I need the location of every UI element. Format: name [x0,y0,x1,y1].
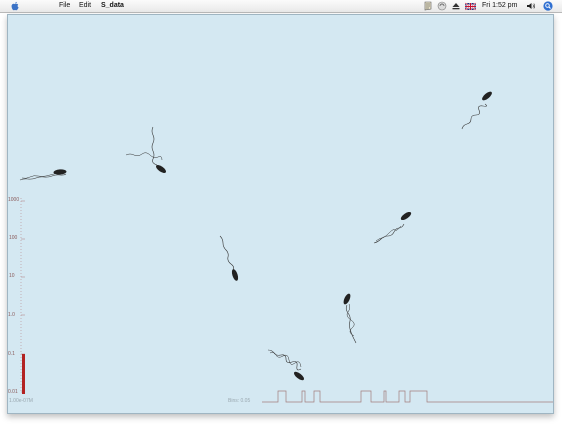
simulation-canvas[interactable]: 1000 100 10 1.0 0.1 0.01 1.00e-07M Bins:… [8,15,553,413]
scale-label-0.01: 0.01 [8,389,18,395]
scale-label-1: 1.0 [8,312,15,318]
apple-icon[interactable] [10,1,20,11]
eject-icon[interactable] [451,1,461,11]
scale-label-1000: 1000 [8,197,19,203]
simulation-window[interactable]: 1000 100 10 1.0 0.1 0.01 1.00e-07M Bins:… [7,14,554,414]
timeline-trace [262,390,553,403]
menu-edit[interactable]: Edit [79,0,91,12]
timeline-bins-label: Bins: 0.05 [228,398,250,404]
concentration-level-bar [22,354,25,394]
bacterium[interactable] [125,126,167,174]
menu-clock[interactable]: Fri 1:52 pm [482,0,517,12]
bacterium[interactable] [342,293,357,344]
spotlight-icon[interactable] [543,1,553,11]
volume-icon[interactable] [526,1,536,11]
menu-bar: File Edit S_data Fri 1:52 pm [0,0,562,13]
bacterium[interactable] [267,349,305,382]
scale-label-10: 10 [9,273,15,279]
bacterium[interactable] [19,169,67,181]
scale-label-100: 100 [9,235,18,241]
concentration-readout: 1.00e-07M [9,398,33,404]
sync-icon[interactable] [437,1,447,11]
bacterium[interactable] [219,235,239,282]
menu-file[interactable]: File [59,0,70,12]
scale-label-0.1: 0.1 [8,351,15,357]
bacterium[interactable] [461,90,493,130]
bacterium[interactable] [373,210,412,244]
script-icon[interactable] [423,1,433,11]
uk-flag-icon[interactable] [465,1,476,11]
concentration-scale: 1000 100 10 1.0 0.1 0.01 1.00e-07M [8,197,33,404]
run-tumble-timeline: Bins: 0.05 [228,390,553,404]
menu-app-name[interactable]: S_data [101,0,124,12]
